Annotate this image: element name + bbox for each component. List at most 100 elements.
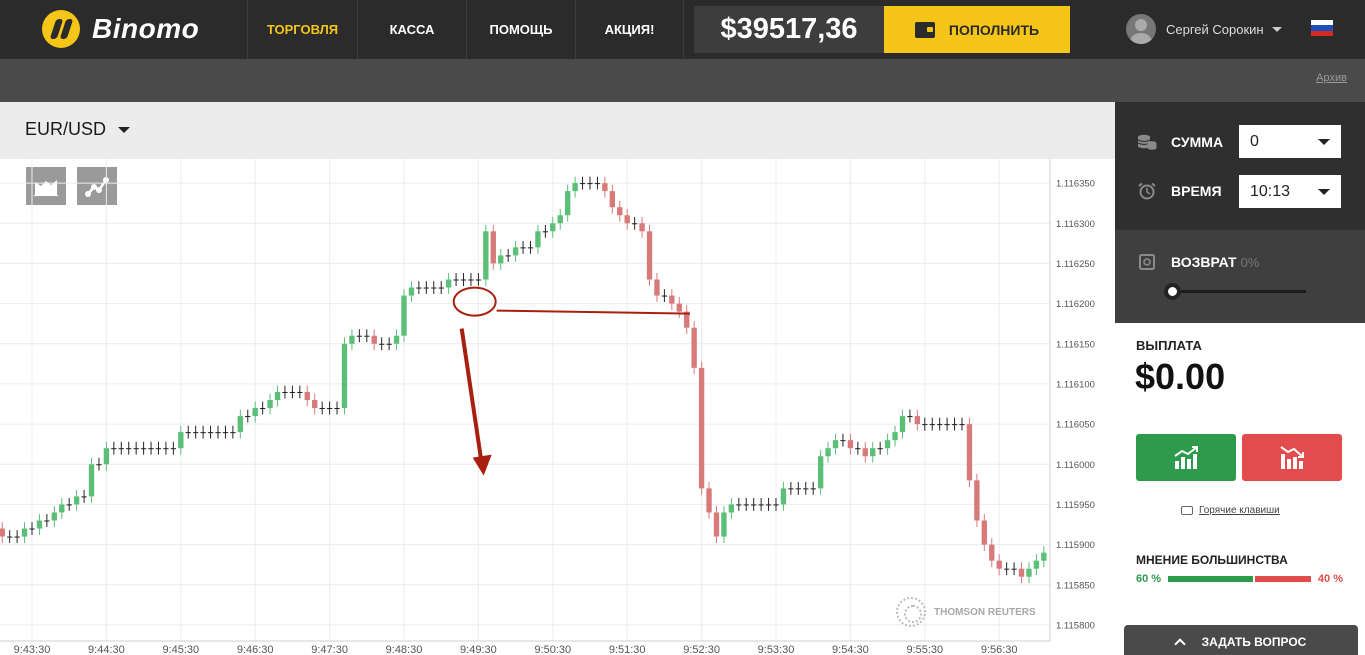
x-tick-label: 9:54:30	[832, 644, 869, 655]
candle-body	[379, 343, 385, 345]
candle-body	[728, 504, 735, 513]
majority-opinion: 60 % 40 %	[1136, 572, 1343, 586]
x-tick-label: 9:45:30	[162, 644, 199, 655]
candle-body	[832, 440, 839, 449]
archive-link[interactable]: Архив	[1316, 72, 1347, 84]
candle-body	[222, 432, 229, 434]
candle-body	[572, 183, 578, 192]
candle-body	[133, 448, 139, 450]
balance-display: $39517,36	[694, 6, 884, 53]
sub-bar: Архив	[0, 59, 1365, 102]
deposit-label: ПОПОЛНИТЬ	[948, 21, 1040, 38]
language-flag-icon[interactable]	[1311, 20, 1333, 36]
candle-body	[349, 335, 355, 344]
candle-body	[245, 416, 251, 418]
candle-body	[431, 287, 437, 289]
candle-body	[944, 424, 950, 426]
chevron-down-icon	[1318, 138, 1330, 145]
candle-body	[185, 432, 191, 434]
candle-body	[468, 279, 474, 281]
candle-body	[624, 215, 630, 224]
candle-body	[966, 424, 973, 481]
candle-body	[483, 231, 489, 280]
candle-body	[170, 448, 177, 450]
candle-body	[855, 448, 861, 450]
candle-body	[200, 432, 206, 434]
candle-body	[810, 488, 816, 490]
ask-question-button[interactable]: ЗАДАТЬ ВОПРОС	[1124, 625, 1358, 655]
call-up-button[interactable]	[1136, 434, 1236, 481]
refund-value: 0%	[1240, 254, 1260, 270]
y-tick-label: 1.116000	[1056, 460, 1095, 471]
candle-body	[1011, 568, 1017, 570]
hotkeys-label: Горячие клавиши	[1199, 505, 1280, 516]
hotkeys-link[interactable]: Горячие клавиши	[1181, 505, 1280, 516]
candle-body	[155, 448, 162, 450]
trade-panel: СУММА 0 ВРЕМЯ 10:13 ВОЗВРАТ 0% ВЫПЛАТА $…	[1115, 102, 1365, 655]
candle-body	[73, 496, 80, 505]
refund-slider-track[interactable]	[1171, 290, 1306, 293]
candle-body	[341, 343, 348, 409]
nav-promo[interactable]: АКЦИЯ!	[575, 0, 684, 59]
candle-body	[252, 408, 258, 417]
safe-icon	[1137, 253, 1157, 271]
reuters-logo-icon	[896, 597, 926, 627]
candle-body	[51, 512, 57, 521]
candle-body	[922, 424, 928, 426]
annotation-line	[496, 309, 691, 315]
candle-body	[512, 247, 519, 256]
amount-select[interactable]: 0	[1239, 125, 1341, 158]
y-tick-label: 1.115900	[1056, 540, 1095, 551]
x-tick-label: 9:49:30	[460, 644, 497, 655]
user-menu[interactable]: Сергей Сорокин	[1126, 13, 1282, 45]
candle-body	[788, 488, 794, 490]
candle-body	[594, 183, 601, 185]
y-tick-label: 1.116150	[1056, 339, 1095, 350]
nav-cashier[interactable]: КАССА	[357, 0, 466, 59]
majority-bar	[1168, 576, 1311, 582]
candle-body	[215, 432, 221, 434]
candle-body	[751, 504, 757, 506]
y-tick-label: 1.116050	[1056, 420, 1095, 431]
candle-body	[1026, 568, 1032, 577]
candle-body	[386, 343, 392, 345]
candle-body	[408, 287, 415, 296]
y-tick-label: 1.116300	[1056, 219, 1095, 230]
candle-body	[795, 488, 801, 490]
price-chart[interactable]: 1.116350 1.116300 1.116250 1.116200 1.116150…	[0, 159, 1115, 655]
candle-body	[765, 504, 772, 506]
candle-body	[297, 391, 303, 393]
keyboard-icon	[1181, 506, 1193, 515]
candle-body	[870, 448, 876, 457]
top-bar: Binomo ТОРГОВЛЯ КАССА ПОМОЩЬ АКЦИЯ! $395…	[0, 0, 1365, 59]
candle-body	[1018, 568, 1025, 577]
candle-body	[274, 391, 281, 400]
logo[interactable]: Binomo	[42, 9, 199, 49]
candle-body	[259, 408, 266, 410]
candle-body	[550, 223, 556, 232]
candle-body	[996, 560, 1002, 569]
candle-body	[289, 391, 296, 393]
time-select[interactable]: 10:13	[1239, 175, 1341, 208]
candle-body	[877, 448, 883, 450]
candle-body	[527, 247, 534, 249]
nav-trading[interactable]: ТОРГОВЛЯ	[247, 0, 357, 59]
candle-body	[803, 488, 809, 490]
nav-help[interactable]: ПОМОЩЬ	[466, 0, 575, 59]
majority-up-percent: 60 %	[1136, 573, 1162, 585]
candle-body	[282, 391, 288, 393]
y-tick-label: 1.116200	[1056, 299, 1095, 310]
logo-text: Binomo	[92, 13, 200, 44]
deposit-button[interactable]: ПОПОЛНИТЬ	[884, 6, 1070, 53]
y-tick-label: 1.116100	[1056, 379, 1095, 390]
refund-slider-handle[interactable]	[1164, 283, 1181, 300]
watermark-text: THOMSON REUTERS	[934, 606, 1036, 618]
wallet-icon	[914, 21, 935, 38]
chevron-down-icon	[1271, 26, 1282, 32]
candle-body	[1041, 552, 1047, 561]
thomson-reuters-watermark: THOMSON REUTERS	[896, 597, 1036, 627]
candle-body	[96, 464, 102, 466]
asset-pair-select[interactable]: EUR/USD	[25, 119, 131, 140]
put-down-button[interactable]	[1242, 434, 1342, 481]
candle-body	[29, 528, 35, 530]
